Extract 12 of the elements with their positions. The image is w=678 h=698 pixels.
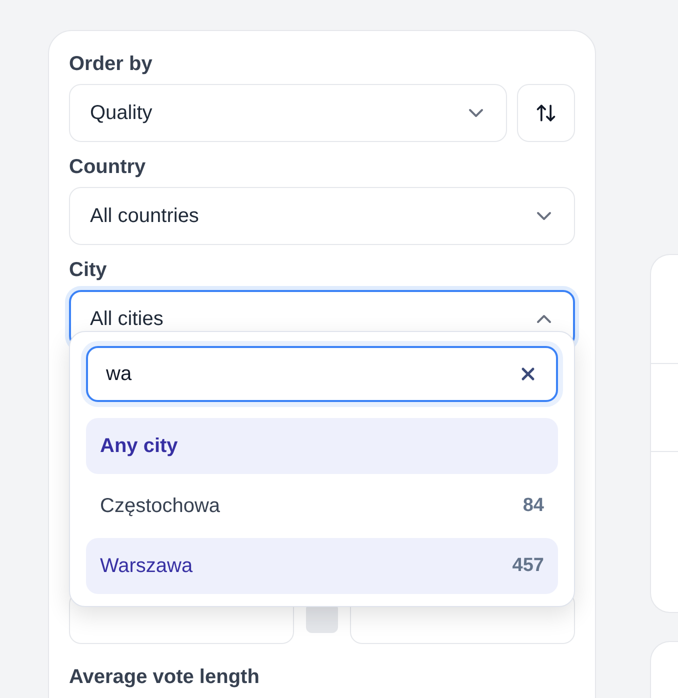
field-label: Country [69,156,147,179]
city-option[interactable]: Warszawa 457 [86,538,558,594]
city-option[interactable]: Any city [86,418,558,474]
city-option[interactable]: Częstochowa 84 [86,478,558,534]
dropdown[interactable]: All countries [69,187,575,245]
field-label: Average vote length [69,666,260,689]
sort-direction-button[interactable] [517,84,575,142]
field-label: City [69,259,108,282]
dropdown[interactable]: Quality [69,84,507,142]
city-search-field[interactable]: wa [86,346,558,402]
sort-arrows-icon [535,102,557,124]
field-label: Order by [69,53,154,76]
